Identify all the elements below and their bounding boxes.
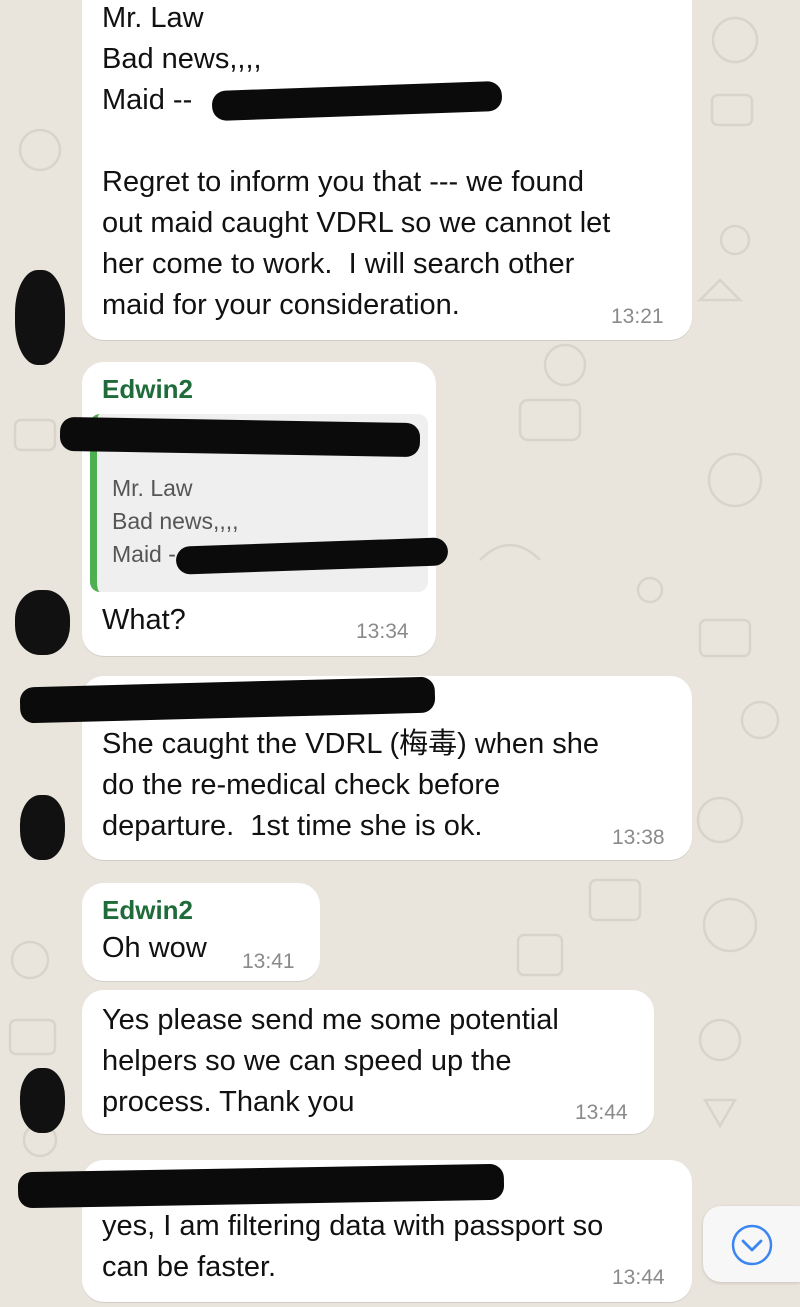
quoted-line: Mr. Law bbox=[112, 475, 193, 501]
sender-avatar[interactable] bbox=[15, 270, 65, 365]
message-text: Regret to inform you that --- we found o… bbox=[102, 166, 611, 321]
message-timestamp: 13:44 bbox=[575, 1101, 628, 1124]
chevron-down-circle-icon bbox=[730, 1223, 774, 1272]
message-timestamp: 13:21 bbox=[611, 305, 664, 328]
sender-avatar[interactable] bbox=[15, 590, 70, 655]
sender-avatar[interactable] bbox=[20, 1068, 65, 1133]
quoted-line: Bad news,,,, bbox=[112, 508, 239, 534]
scroll-to-bottom-button[interactable] bbox=[703, 1206, 800, 1282]
message-timestamp: 13:38 bbox=[612, 826, 665, 849]
message-text: She caught the VDRL (梅毒) when she do the… bbox=[102, 728, 600, 842]
message-timestamp: 13:41 bbox=[242, 950, 295, 973]
redaction-mark bbox=[59, 416, 421, 458]
message-text: Yes please send me some potential helper… bbox=[102, 1004, 559, 1118]
message-text: yes, I am filtering data with passport s… bbox=[102, 1210, 604, 1283]
quoted-line: Maid - bbox=[112, 541, 176, 567]
sender-avatar[interactable] bbox=[20, 795, 65, 860]
message-header-line: Mr. Law bbox=[102, 2, 204, 34]
message-text: What? bbox=[102, 604, 186, 636]
message-text: Oh wow bbox=[102, 932, 207, 964]
message-timestamp: 13:34 bbox=[356, 620, 409, 643]
sender-name: Edwin2 bbox=[102, 374, 194, 404]
message-timestamp: 13:44 bbox=[612, 1266, 665, 1289]
message-header-line: Bad news,,,, bbox=[102, 43, 262, 75]
sender-name: Edwin2 bbox=[102, 895, 194, 925]
message-header-line: Maid -- bbox=[102, 84, 193, 116]
